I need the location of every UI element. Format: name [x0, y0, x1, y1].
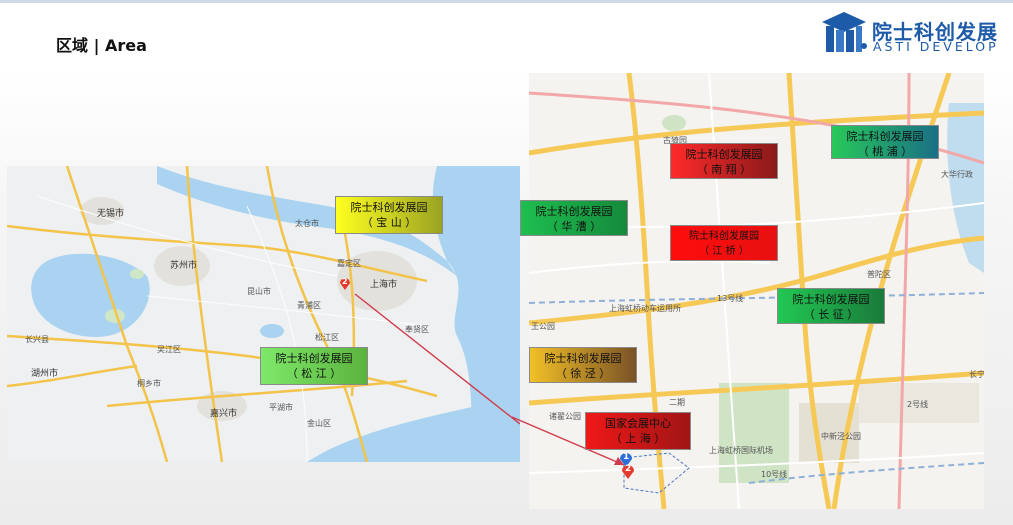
badge-huacao-line2: （ 华 漕 ）: [546, 220, 602, 233]
map-label-suzhou: 苏州市: [170, 261, 198, 271]
badge-taopu-line2: （ 桃 浦 ）: [857, 145, 913, 158]
map-label-songjiang: 松江区: [315, 333, 339, 342]
map-label-wuxi: 无锡市: [97, 209, 125, 219]
map-label-wujiang: 吴江区: [157, 345, 181, 354]
map-label-huzhou: 湖州市: [31, 369, 59, 379]
map-label-erqi: 二期: [669, 398, 685, 407]
badge-songjiang-line1: 院士科创发展园: [275, 352, 353, 365]
map-label-kunshan: 昆山市: [247, 287, 271, 296]
badge-changzheng-line1: 院士科创发展园: [792, 293, 870, 306]
map-label-hongqiao-airport: 上海虹桥国际机场: [709, 446, 773, 455]
page-title: 区域 | Area: [56, 36, 147, 55]
badge-nanxiang[interactable]: 院士科创发展园 （ 南 翔 ）: [670, 143, 778, 179]
badge-taopu[interactable]: 院士科创发展园 （ 桃 浦 ）: [831, 125, 939, 159]
badge-huacao-line1: 院士科创发展园: [535, 205, 613, 218]
region-map-overview[interactable]: 无锡市 苏州市 上海市 湖州市 嘉兴市 太仓市 昆山市 吴江区 青浦区 松江区 …: [7, 166, 520, 462]
badge-huacao[interactable]: 院士科创发展园 （ 华 漕 ）: [520, 200, 628, 236]
map-label-shanghai: 上海市: [370, 280, 398, 290]
badge-nanxiang-line2: （ 南 翔 ）: [696, 163, 752, 176]
logo-emblem-icon: [822, 12, 867, 52]
logo-english-text: ASTI DEVELOP: [873, 39, 999, 54]
overview-map-graphics: [7, 166, 520, 462]
map-label-fengxian: 奉贤区: [405, 325, 429, 334]
badge-xujing[interactable]: 院士科创发展园 （ 徐 泾 ）: [529, 347, 637, 383]
badge-baoshan[interactable]: 院士科创发展园 （ 宝 山 ）: [335, 196, 443, 234]
pin-number: 2: [342, 277, 348, 286]
map-marker-pin[interactable]: 2: [339, 276, 351, 290]
badge-jiangqiao[interactable]: 院士科创发展园 （ 江 桥 ）: [670, 225, 778, 261]
map-label-line2: 2号线: [907, 400, 929, 409]
badge-songjiang[interactable]: 院士科创发展园 （ 松 江 ）: [260, 347, 368, 385]
map-label-jiading: 嘉定区: [337, 259, 361, 268]
map-label-line13: 13号线: [717, 294, 744, 303]
map-label-putuo: 普陀区: [867, 270, 891, 279]
map-label-line10: 10号线: [761, 470, 788, 479]
badge-changzheng-line2: （ 长 征 ）: [803, 308, 859, 321]
map-label-taicang: 太仓市: [295, 219, 319, 228]
badge-baoshan-line2: （ 宝 山 ）: [361, 216, 417, 229]
badge-taopu-line1: 院士科创发展园: [846, 130, 924, 143]
top-border: [0, 0, 1013, 3]
badge-jiangqiao-line2: （ 江 桥 ）: [699, 246, 749, 257]
map-label-tongxiang: 桐乡市: [137, 379, 161, 388]
map-label-changxing: 长兴县: [25, 335, 49, 344]
badge-baoshan-line1: 院士科创发展园: [350, 201, 428, 214]
map-label-wang-park: 王公园: [531, 322, 555, 331]
map-label-jiaxing: 嘉兴市: [210, 409, 238, 419]
map-label-changning: 长宁: [969, 370, 984, 379]
badge-xujing-line1: 院士科创发展园: [544, 352, 622, 365]
map-label-hongqiao-depot: 上海虹桥动车运用所: [609, 304, 681, 313]
badge-songjiang-line2: （ 松 江 ）: [286, 367, 342, 380]
badge-nanxiang-line1: 院士科创发展园: [685, 148, 763, 161]
badge-changzheng[interactable]: 院士科创发展园 （ 长 征 ）: [777, 288, 885, 324]
map-label-dahuaxing: 大华行政: [941, 170, 973, 179]
badge-nec[interactable]: 国家会展中心 （ 上 海 ）: [585, 412, 691, 450]
badge-nec-line1: 国家会展中心: [605, 417, 671, 430]
badge-nec-line2: （ 上 海 ）: [610, 432, 666, 445]
badge-jiangqiao-line1: 院士科创发展园: [689, 231, 759, 242]
map-label-zhongxin-park: 中新泾公园: [821, 432, 861, 441]
map-label-jinshan: 金山区: [307, 419, 331, 428]
badge-xujing-line2: （ 徐 泾 ）: [555, 367, 611, 380]
map-label-pinghu: 平湖市: [269, 403, 293, 412]
map-label-qingpu: 青浦区: [297, 301, 321, 310]
company-logo: 院士科创发展 ASTI DEVELOP: [820, 10, 1000, 58]
